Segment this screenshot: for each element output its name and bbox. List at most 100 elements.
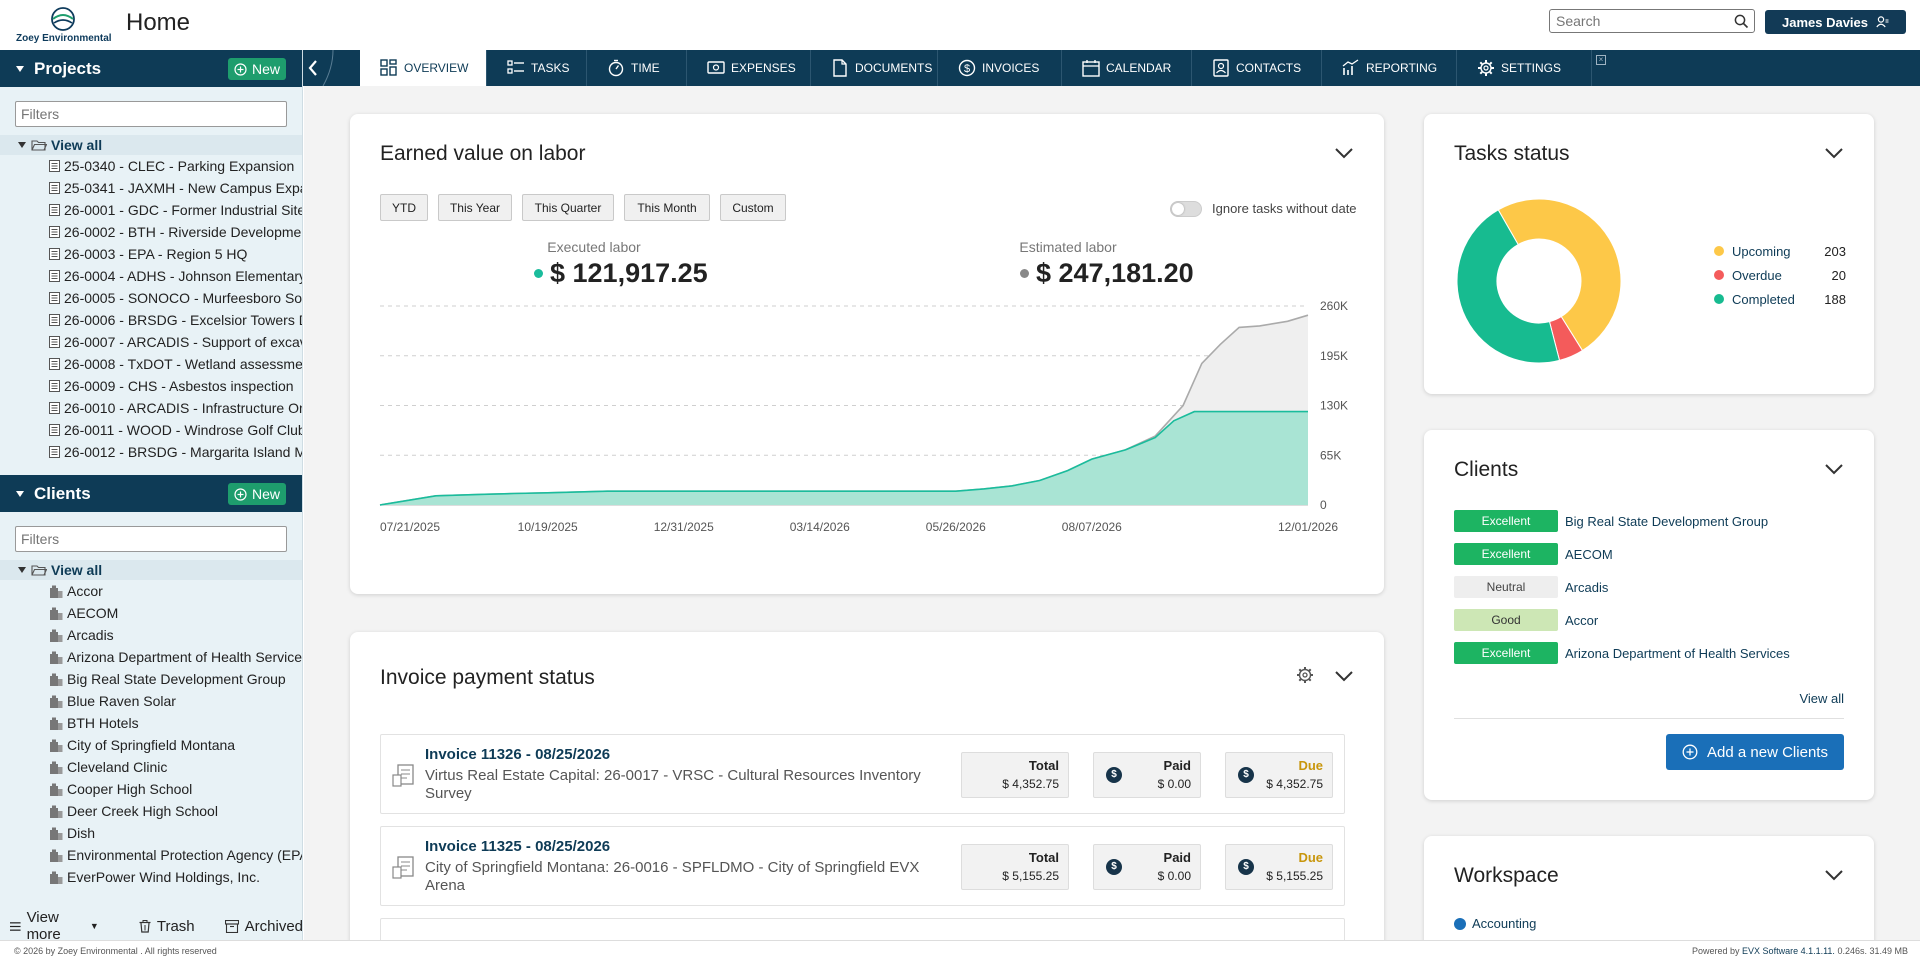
- chevron-down-icon[interactable]: [1334, 670, 1354, 682]
- project-item[interactable]: 26-0004 - ADHS - Johnson Elementary S: [0, 265, 302, 287]
- project-item[interactable]: 26-0003 - EPA - Region 5 HQ: [0, 243, 302, 265]
- powered-link[interactable]: EVX Software 4.1.1.11.: [1742, 946, 1835, 956]
- period-ytd-button[interactable]: YTD: [380, 194, 428, 221]
- project-item[interactable]: 26-0010 - ARCADIS - Infrastructure Onta: [0, 397, 302, 419]
- tab-invoices[interactable]: $ INVOICES: [938, 50, 1062, 86]
- due-label: Due: [1298, 758, 1323, 773]
- legend-overdue[interactable]: Overdue 20: [1714, 265, 1846, 285]
- client-item[interactable]: Arcadis: [0, 624, 302, 646]
- new-project-button[interactable]: New: [228, 58, 286, 80]
- projects-view-all[interactable]: View all: [0, 135, 302, 155]
- building-icon: [50, 739, 63, 752]
- project-item[interactable]: 26-0012 - BRSDG - Margarita Island Mar: [0, 441, 302, 463]
- collapse-sidebar-button[interactable]: [303, 50, 360, 86]
- client-item[interactable]: Deer Creek High School: [0, 800, 302, 822]
- project-item[interactable]: 26-0009 - CHS - Asbestos inspection: [0, 375, 302, 397]
- trash-button[interactable]: Trash: [139, 918, 195, 935]
- archived-button[interactable]: Archived: [224, 918, 302, 935]
- clients-filter-input[interactable]: [16, 527, 286, 551]
- trash-icon: [139, 919, 151, 933]
- client-item[interactable]: Cooper High School: [0, 778, 302, 800]
- clients-view-all[interactable]: View all: [0, 560, 302, 580]
- project-item[interactable]: 25-0341 - JAXMH - New Campus Expans: [0, 177, 302, 199]
- client-link[interactable]: Arizona Department of Health Services: [1565, 646, 1790, 661]
- chevron-down-icon[interactable]: [1824, 147, 1844, 159]
- ignore-tasks-toggle[interactable]: [1170, 201, 1202, 217]
- view-more-button[interactable]: View more ▼: [10, 909, 99, 940]
- workspace-item[interactable]: Accounting: [1454, 916, 1536, 931]
- client-item[interactable]: Blue Raven Solar: [0, 690, 302, 712]
- project-item[interactable]: 26-0006 - BRSDG - Excelsior Towers Dov: [0, 309, 302, 331]
- project-item[interactable]: 26-0005 - SONOCO - Murfeesboro Soil: [0, 287, 302, 309]
- period-custom-button[interactable]: Custom: [720, 194, 786, 221]
- plus-circle-icon: [1682, 744, 1698, 760]
- client-item[interactable]: BTH Hotels: [0, 712, 302, 734]
- tab-label: CONTACTS: [1236, 61, 1302, 75]
- user-menu-button[interactable]: James Davies: [1765, 10, 1906, 34]
- client-label: Arcadis: [67, 627, 114, 643]
- gear-icon[interactable]: [1296, 666, 1314, 684]
- svg-text:$: $: [964, 63, 970, 75]
- period-this-month-button[interactable]: This Month: [624, 194, 710, 221]
- project-item[interactable]: 26-0001 - GDC - Former Industrial Site,: [0, 199, 302, 221]
- add-client-button[interactable]: Add a new Clients: [1666, 734, 1844, 770]
- search-icon[interactable]: [1734, 14, 1749, 29]
- period-this-quarter-button[interactable]: This Quarter: [522, 194, 614, 221]
- search-input[interactable]: [1550, 10, 1726, 32]
- chevron-down-icon[interactable]: [1824, 869, 1844, 881]
- invoice-row[interactable]: Invoice 11326 - 08/25/2026 Virtus Real E…: [380, 734, 1345, 814]
- tab-overview[interactable]: OVERVIEW: [360, 50, 487, 86]
- client-item[interactable]: Dish: [0, 822, 302, 844]
- tab-reporting[interactable]: REPORTING: [1322, 50, 1457, 86]
- tab-documents[interactable]: DOCUMENTS: [811, 50, 938, 86]
- invoice-title[interactable]: Invoice 11326 - 08/25/2026: [425, 746, 610, 763]
- period-this-year-button[interactable]: This Year: [438, 194, 512, 221]
- client-item[interactable]: Arizona Department of Health Services: [0, 646, 302, 668]
- project-item[interactable]: 26-0002 - BTH - Riverside Development: [0, 221, 302, 243]
- collapse-arrow-icon[interactable]: [16, 490, 24, 497]
- client-item[interactable]: City of Springfield Montana: [0, 734, 302, 756]
- building-icon: [50, 849, 63, 862]
- user-name: James Davies: [1781, 14, 1868, 30]
- client-item[interactable]: AECOM: [0, 602, 302, 624]
- client-link[interactable]: Arcadis: [1565, 580, 1608, 595]
- invoice-row[interactable]: Invoice 11325 - 08/25/2026 City of Sprin…: [380, 826, 1345, 906]
- client-item[interactable]: Cleveland Clinic: [0, 756, 302, 778]
- client-item[interactable]: Accor: [0, 580, 302, 602]
- projects-filter-input[interactable]: [16, 102, 286, 126]
- tab-expenses[interactable]: EXPENSES: [687, 50, 811, 86]
- project-label: 26-0010 - ARCADIS - Infrastructure Onta: [64, 400, 302, 416]
- client-link[interactable]: AECOM: [1565, 547, 1613, 562]
- clients-view-all-link[interactable]: View all: [1799, 691, 1844, 706]
- tab-settings[interactable]: SETTINGS: [1457, 50, 1592, 86]
- close-tabs-icon[interactable]: ×: [1596, 55, 1606, 65]
- client-item[interactable]: Big Real State Development Group: [0, 668, 302, 690]
- chevron-down-icon[interactable]: [1334, 147, 1354, 159]
- project-item[interactable]: 26-0008 - TxDOT - Wetland assessment: [0, 353, 302, 375]
- tab-contacts[interactable]: CONTACTS: [1192, 50, 1322, 86]
- invoice-title[interactable]: Invoice 11325 - 08/25/2026: [425, 838, 610, 855]
- tree-expand-icon[interactable]: [18, 142, 26, 148]
- chevron-down-icon[interactable]: [1824, 463, 1844, 475]
- tree-expand-icon[interactable]: [18, 567, 26, 573]
- legend-upcoming[interactable]: Upcoming 203: [1714, 241, 1846, 261]
- building-icon: [50, 761, 63, 774]
- tab-calendar[interactable]: CALENDAR: [1062, 50, 1192, 86]
- legend-completed[interactable]: Completed 188: [1714, 289, 1846, 309]
- tab-tasks[interactable]: TASKS: [487, 50, 587, 86]
- client-link[interactable]: Big Real State Development Group: [1565, 514, 1768, 529]
- company-logo[interactable]: Zoey Environmental: [16, 6, 112, 46]
- collapse-arrow-icon[interactable]: [16, 65, 24, 72]
- client-link[interactable]: Accor: [1565, 613, 1598, 628]
- projects-header: Projects New: [0, 50, 302, 87]
- invoice-row-partial[interactable]: [380, 918, 1345, 940]
- project-item[interactable]: 26-0007 - ARCADIS - Support of excavat: [0, 331, 302, 353]
- total-label: Total: [1028, 758, 1059, 773]
- logo-icon: [51, 7, 75, 31]
- tab-time[interactable]: TIME: [587, 50, 687, 86]
- project-item[interactable]: 25-0340 - CLEC - Parking Expansion: [0, 155, 302, 177]
- client-item[interactable]: EverPower Wind Holdings, Inc.: [0, 866, 302, 888]
- project-item[interactable]: 26-0011 - WOOD - Windrose Golf Club F: [0, 419, 302, 441]
- client-item[interactable]: Environmental Protection Agency (EPA): [0, 844, 302, 866]
- new-client-button[interactable]: New: [228, 483, 286, 505]
